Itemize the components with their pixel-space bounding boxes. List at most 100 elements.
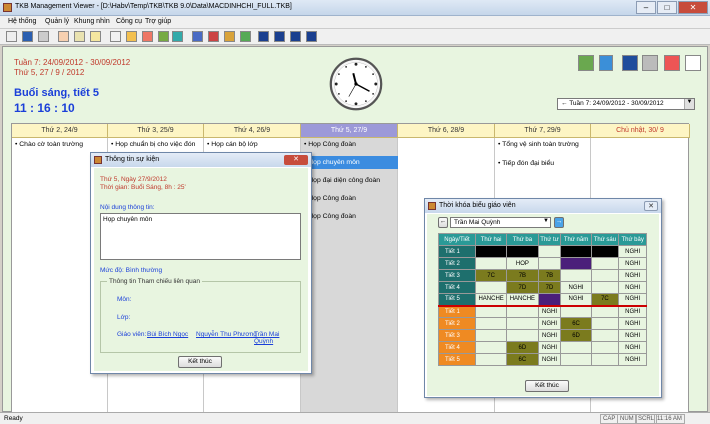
table-cell[interactable] bbox=[560, 353, 592, 366]
teacher-link[interactable]: Bùi Bích Ngọc bbox=[147, 331, 188, 338]
teacher-link[interactable]: Trần Mai Quỳnh bbox=[254, 331, 300, 345]
table-cell[interactable]: NGHI bbox=[537, 353, 562, 366]
table-cell[interactable]: NGHI bbox=[537, 329, 562, 342]
table-cell[interactable] bbox=[590, 341, 620, 354]
table-cell[interactable]: NGHI bbox=[537, 317, 562, 330]
table-cell[interactable] bbox=[560, 245, 592, 258]
table-cell[interactable]: NGHI bbox=[560, 293, 592, 306]
event-item[interactable]: • Họp cán bộ lớp bbox=[207, 141, 258, 148]
table-cell[interactable]: 7D bbox=[537, 281, 562, 294]
chart-view-icon[interactable] bbox=[208, 31, 219, 42]
event-item[interactable]: • Tổng vệ sinh toàn trường bbox=[498, 141, 579, 148]
table-cell[interactable] bbox=[506, 305, 539, 318]
table-cell[interactable] bbox=[590, 257, 620, 270]
export-icon[interactable] bbox=[74, 31, 85, 42]
event-item[interactable]: • Họp Công đoàn bbox=[304, 141, 356, 148]
refresh-icon[interactable] bbox=[158, 31, 169, 42]
tool-icon[interactable] bbox=[126, 31, 137, 42]
table-cell[interactable] bbox=[590, 305, 620, 318]
table-cell[interactable]: NGHI bbox=[618, 293, 647, 306]
week-view-icon[interactable] bbox=[258, 31, 269, 42]
table-cell[interactable]: 6D bbox=[506, 341, 539, 354]
speaker-icon[interactable] bbox=[172, 31, 183, 42]
table-cell[interactable]: NGHI bbox=[618, 269, 647, 282]
event-item[interactable]: • Tiếp đón đại biểu bbox=[498, 160, 554, 167]
day-header-today[interactable]: Thứ 5, 27/9 bbox=[301, 124, 398, 138]
table-cell[interactable] bbox=[590, 353, 620, 366]
sound-icon[interactable] bbox=[599, 55, 613, 71]
table-cell[interactable]: 7C bbox=[474, 269, 508, 282]
day-header[interactable]: Thứ 6, 28/9 bbox=[398, 124, 495, 138]
save-icon-large[interactable] bbox=[622, 55, 638, 71]
table-cell[interactable]: HANCHE bbox=[506, 293, 539, 306]
table-cell[interactable] bbox=[560, 269, 592, 282]
table-cell[interactable] bbox=[506, 317, 539, 330]
envelope-icon[interactable] bbox=[110, 31, 121, 42]
table-cell[interactable] bbox=[590, 245, 620, 258]
event-item[interactable]: • Họp chuyên môn bbox=[304, 159, 360, 166]
minimize-button[interactable]: – bbox=[636, 1, 656, 14]
session-view-icon[interactable] bbox=[306, 31, 317, 42]
day-header[interactable]: Thứ 7, 29/9 bbox=[495, 124, 591, 138]
table-cell[interactable] bbox=[474, 341, 508, 354]
table-cell[interactable] bbox=[474, 317, 508, 330]
grid-view-icon[interactable] bbox=[192, 31, 203, 42]
teacher-link[interactable]: Nguyễn Thu Phương bbox=[196, 331, 257, 338]
table-cell[interactable]: 6C bbox=[506, 353, 539, 366]
event-item[interactable]: • Họp đại diện công đoàn bbox=[304, 177, 380, 184]
table-cell[interactable]: 6C bbox=[560, 317, 592, 330]
event-item[interactable]: • Chào cờ toàn trường bbox=[15, 141, 83, 148]
maximize-button[interactable]: □ bbox=[657, 1, 677, 14]
chevron-down-icon[interactable]: ▼ bbox=[543, 218, 549, 224]
table-cell[interactable]: NGHI bbox=[618, 305, 647, 318]
table-cell[interactable] bbox=[590, 269, 620, 282]
next-teacher-button[interactable]: → bbox=[554, 217, 564, 228]
content-textarea[interactable]: Họp chuyên môn bbox=[100, 213, 301, 260]
table-cell[interactable] bbox=[537, 257, 562, 270]
table-cell[interactable] bbox=[474, 245, 508, 258]
table-cell[interactable] bbox=[474, 257, 508, 270]
menu-quan-ly[interactable]: Quản lý bbox=[45, 18, 69, 25]
close-icon[interactable]: ✕ bbox=[644, 201, 658, 211]
event-item[interactable]: • Họp chuẩn bị cho việc đón bbox=[111, 141, 195, 148]
close-icon[interactable]: ✕ bbox=[284, 155, 308, 165]
table-cell[interactable]: NGHI bbox=[618, 317, 647, 330]
save-icon[interactable] bbox=[22, 31, 33, 42]
wand-icon[interactable] bbox=[142, 31, 153, 42]
table-cell[interactable] bbox=[590, 281, 620, 294]
table-cell[interactable] bbox=[537, 293, 562, 306]
table-cell[interactable] bbox=[590, 329, 620, 342]
table-cell[interactable] bbox=[560, 341, 592, 354]
day-header[interactable]: Thứ 3, 25/9 bbox=[108, 124, 204, 138]
table-cell[interactable]: NGHI bbox=[618, 329, 647, 342]
table-cell[interactable]: 7D bbox=[506, 281, 539, 294]
open-icon[interactable] bbox=[6, 31, 17, 42]
chevron-down-icon[interactable]: ▼ bbox=[684, 99, 694, 109]
table-cell[interactable] bbox=[537, 245, 562, 258]
folder-icon[interactable] bbox=[90, 31, 101, 42]
table-cell[interactable]: 6D bbox=[560, 329, 592, 342]
table-cell[interactable] bbox=[474, 353, 508, 366]
table-cell[interactable]: NGHI bbox=[618, 245, 647, 258]
finish-button[interactable]: Kết thúc bbox=[178, 356, 222, 368]
table-cell[interactable] bbox=[474, 329, 508, 342]
table-cell[interactable] bbox=[590, 317, 620, 330]
report-icon[interactable] bbox=[58, 31, 69, 42]
table-cell[interactable]: NGHI bbox=[618, 281, 647, 294]
menu-tro-giup[interactable]: Trợ giúp bbox=[145, 18, 171, 25]
table-cell[interactable] bbox=[560, 305, 592, 318]
table-cell[interactable] bbox=[506, 245, 539, 258]
prev-teacher-button[interactable]: ← bbox=[438, 217, 448, 228]
day-header[interactable]: Thứ 4, 26/9 bbox=[204, 124, 301, 138]
export-icon-large[interactable] bbox=[685, 55, 701, 71]
report-icon-large[interactable] bbox=[664, 55, 680, 71]
room-view-icon[interactable] bbox=[290, 31, 301, 42]
table-cell[interactable]: NGHI bbox=[618, 353, 647, 366]
table-cell[interactable]: NGHI bbox=[560, 281, 592, 294]
table-cell[interactable]: NGHI bbox=[537, 305, 562, 318]
swap-icon[interactable] bbox=[578, 55, 594, 71]
class-view-icon[interactable] bbox=[224, 31, 235, 42]
table-cell[interactable] bbox=[474, 305, 508, 318]
teacher-view-icon[interactable] bbox=[240, 31, 251, 42]
table-cell[interactable]: NGHI bbox=[618, 257, 647, 270]
